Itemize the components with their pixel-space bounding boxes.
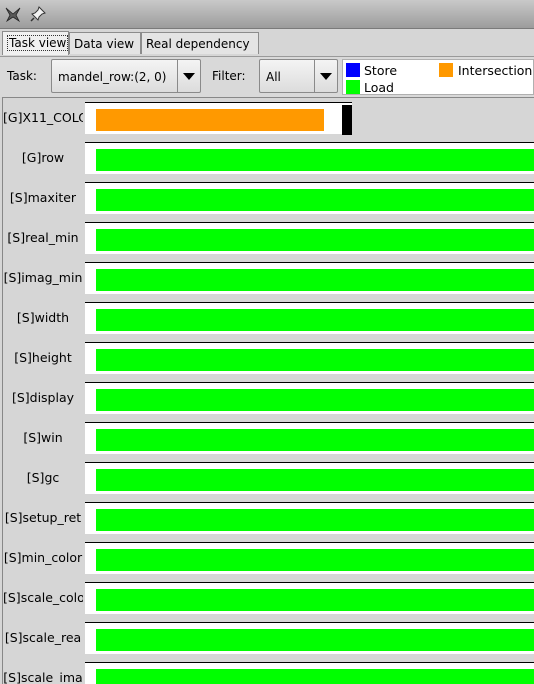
- row-label: [S]real_min: [7, 230, 79, 245]
- tab-data-view-label: Data view: [74, 37, 135, 51]
- load-bar: [96, 349, 534, 371]
- access-track: [85, 302, 534, 334]
- access-track: [85, 622, 534, 654]
- access-track: [85, 262, 534, 294]
- access-track: [85, 382, 534, 414]
- tab-bar: Task view Data view Real dependency: [0, 29, 534, 56]
- list-item[interactable]: [G]row: [3, 138, 534, 178]
- tab-task-view[interactable]: Task view: [2, 31, 69, 55]
- access-track: [85, 502, 534, 534]
- row-label: [S]win: [23, 430, 63, 445]
- load-bar: [96, 469, 534, 491]
- row-label: [S]scale_colo: [3, 590, 83, 605]
- filter-toolbar: Task: mandel_row:(2, 0) Filter: All Stor…: [0, 56, 534, 97]
- filter-select-value: All: [266, 70, 281, 84]
- row-label: [S]height: [14, 350, 72, 365]
- tab-real-dependency-label: Real dependency: [146, 37, 250, 51]
- list-item[interactable]: [S]gc: [3, 458, 534, 498]
- bird-icon[interactable]: [4, 5, 22, 23]
- filter-label: Filter:: [212, 69, 246, 83]
- row-label: [S]maxiter: [9, 190, 77, 205]
- filter-select[interactable]: All: [259, 59, 338, 93]
- load-bar: [96, 549, 534, 571]
- load-bar: [96, 149, 534, 171]
- access-track: [85, 102, 352, 135]
- access-track: [85, 582, 534, 614]
- list-item[interactable]: [G]X11_COLO: [3, 98, 534, 138]
- access-track: [85, 222, 534, 254]
- load-bar: [96, 389, 534, 411]
- pin-icon[interactable]: [29, 5, 47, 23]
- row-label: [S]display: [11, 390, 75, 405]
- store-swatch: [346, 63, 360, 77]
- legend-store-label: Store: [364, 63, 398, 78]
- access-track: [85, 662, 534, 684]
- chevron-down-icon[interactable]: [314, 60, 337, 92]
- row-label: [S]scale_rea: [4, 630, 82, 645]
- list-item[interactable]: [S]height: [3, 338, 534, 378]
- list-item[interactable]: [S]display: [3, 378, 534, 418]
- row-label: [G]X11_COLO: [3, 110, 83, 125]
- legend-load-label: Load: [364, 80, 394, 95]
- task-dependency-list[interactable]: [G]X11_COLO [G]row [S]maxiter [S]real_min [S…: [2, 97, 534, 684]
- tab-data-view[interactable]: Data view: [69, 32, 141, 54]
- load-bar: [96, 309, 534, 331]
- task-select[interactable]: mandel_row:(2, 0): [51, 59, 201, 93]
- tab-task-view-label: Task view: [7, 35, 69, 51]
- load-bar: [96, 589, 534, 611]
- chevron-down-icon[interactable]: [177, 60, 200, 92]
- row-label: [S]imag_min: [3, 270, 83, 285]
- load-bar: [96, 189, 534, 211]
- load-bar: [96, 429, 534, 451]
- list-item[interactable]: [S]win: [3, 418, 534, 458]
- access-track: [85, 462, 534, 494]
- row-label: [S]scale_ima: [3, 670, 83, 684]
- access-track: [85, 182, 534, 214]
- tab-real-dependency[interactable]: Real dependency: [141, 32, 259, 54]
- load-bar: [96, 629, 534, 651]
- task-label: Task:: [7, 69, 37, 83]
- intersection-swatch: [439, 63, 453, 77]
- row-label: [S]gc: [26, 470, 60, 485]
- list-item[interactable]: [S]maxiter: [3, 178, 534, 218]
- list-item[interactable]: [S]imag_min: [3, 258, 534, 298]
- list-item[interactable]: [S]scale_rea: [3, 618, 534, 658]
- row-label: [S]setup_ret: [4, 510, 82, 525]
- list-item[interactable]: [S]real_min: [3, 218, 534, 258]
- window-titlebar: [0, 0, 534, 29]
- row-label: [S]min_color: [3, 550, 83, 565]
- legend-intersection-label: Intersection: [458, 63, 533, 78]
- list-item[interactable]: [S]scale_colo: [3, 578, 534, 618]
- row-label: [S]width: [16, 310, 70, 325]
- load-bar: [96, 509, 534, 531]
- access-track: [85, 422, 534, 454]
- end-marker: [342, 105, 352, 135]
- intersection-bar: [96, 109, 324, 131]
- task-select-value: mandel_row:(2, 0): [58, 70, 167, 84]
- access-track: [85, 542, 534, 574]
- access-track: [85, 142, 534, 174]
- load-swatch: [346, 80, 360, 94]
- list-item[interactable]: [S]width: [3, 298, 534, 338]
- load-bar: [96, 669, 534, 684]
- list-item[interactable]: [S]setup_ret: [3, 498, 534, 538]
- legend: Store Intersection Load: [342, 59, 534, 95]
- access-track: [85, 342, 534, 374]
- list-item[interactable]: [S]min_color: [3, 538, 534, 578]
- row-label: [G]row: [21, 150, 65, 165]
- load-bar: [96, 269, 534, 291]
- list-item[interactable]: [S]scale_ima: [3, 658, 534, 684]
- load-bar: [96, 229, 534, 251]
